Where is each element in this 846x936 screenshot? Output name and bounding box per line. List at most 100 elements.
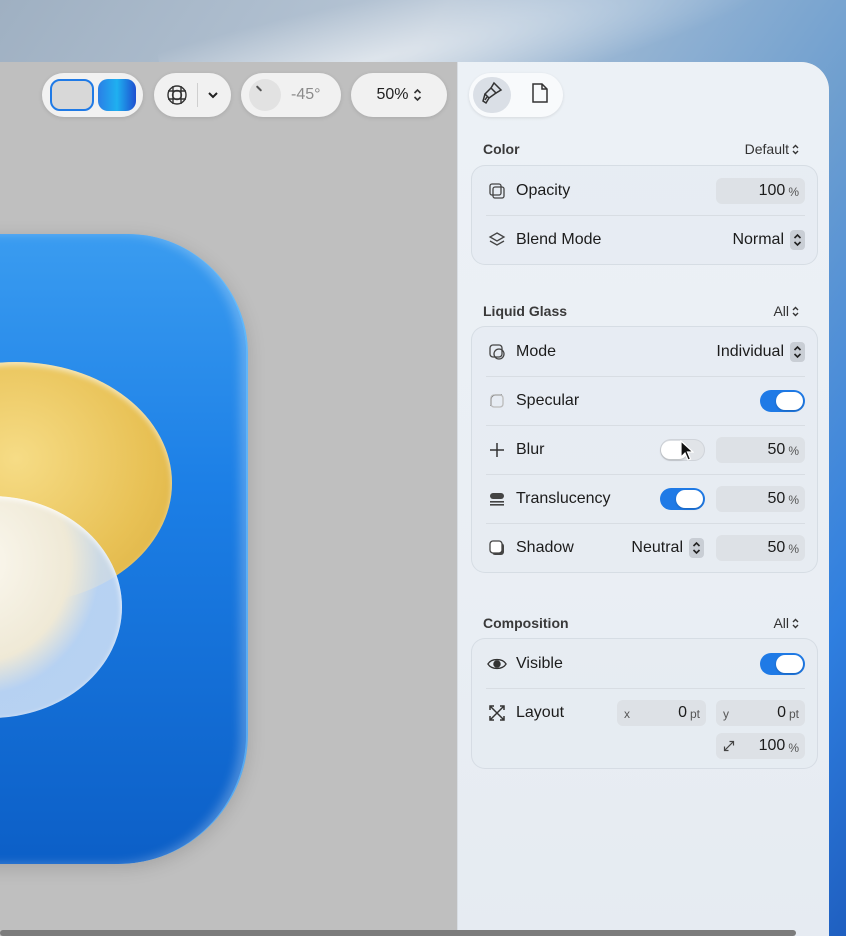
shadow-field[interactable]: 50 % bbox=[716, 534, 805, 561]
canvas[interactable]: -45° 50% bbox=[0, 62, 457, 936]
up-down-chevron-icon[interactable] bbox=[790, 341, 805, 362]
blur-field[interactable]: 50 % bbox=[716, 436, 805, 463]
blur-toggle[interactable] bbox=[660, 438, 705, 461]
shadow-unit: % bbox=[788, 542, 799, 556]
inspector-panel: Color Default Opacity 100 % Blend Mode N… bbox=[457, 62, 829, 936]
layout-label: Layout bbox=[516, 703, 565, 721]
liquid-glass-section-header: Liquid Glass All bbox=[483, 302, 799, 320]
specular-toggle[interactable] bbox=[760, 389, 805, 412]
zoom-value[interactable]: 50% bbox=[376, 86, 408, 104]
translucency-label: Translucency bbox=[516, 489, 611, 507]
document-icon bbox=[531, 82, 549, 109]
blur-unit: % bbox=[788, 444, 799, 458]
liquid-glass-section-title: Liquid Glass bbox=[483, 303, 568, 319]
eye-icon bbox=[487, 654, 507, 674]
y-value[interactable]: 0 bbox=[777, 704, 786, 722]
mode-label: Mode bbox=[516, 342, 557, 360]
shadow-mode-popup[interactable]: Neutral bbox=[631, 537, 704, 558]
toolbar-divider bbox=[197, 83, 198, 107]
opacity-unit: % bbox=[788, 185, 799, 199]
toggle-knob bbox=[776, 654, 803, 673]
translucency-field[interactable]: 50 % bbox=[716, 485, 805, 512]
resize-arrow-icon bbox=[716, 740, 735, 755]
chevron-down-icon[interactable] bbox=[207, 89, 219, 101]
translucency-row: Translucency 50 % bbox=[472, 474, 817, 523]
plus-icon bbox=[487, 440, 507, 460]
composition-section-header: Composition All bbox=[483, 614, 799, 632]
light-angle-control[interactable]: -45° bbox=[241, 73, 341, 117]
app-window: -45° 50% Color Default Opacity 100 % Ble… bbox=[0, 62, 829, 936]
tab-style[interactable] bbox=[473, 77, 511, 113]
shadow-mode-value[interactable]: Neutral bbox=[631, 539, 683, 557]
shadow-row: Shadow Neutral 50 % bbox=[472, 523, 817, 572]
paintbrush-icon bbox=[481, 81, 503, 110]
dark-appearance-button[interactable] bbox=[98, 79, 136, 111]
composition-scope-select[interactable]: All bbox=[773, 615, 799, 631]
inspector-tabs bbox=[469, 73, 563, 117]
app-icon-artwork[interactable] bbox=[0, 234, 248, 864]
zoom-control[interactable]: 50% bbox=[351, 73, 447, 117]
color-preset-value[interactable]: Default bbox=[745, 141, 789, 157]
up-down-chevron-icon[interactable] bbox=[790, 229, 805, 250]
horizontal-scrollbar[interactable] bbox=[0, 930, 796, 936]
scale-field[interactable]: 100 % bbox=[716, 733, 805, 759]
x-unit: pt bbox=[689, 707, 700, 721]
specular-icon bbox=[487, 391, 507, 411]
glass-mode-icon bbox=[487, 342, 507, 362]
translucency-unit: % bbox=[788, 493, 799, 507]
translucency-value[interactable]: 50 bbox=[768, 490, 786, 508]
y-position-field[interactable]: y 0 pt bbox=[716, 699, 805, 726]
specular-label: Specular bbox=[516, 391, 580, 409]
up-down-chevron-icon bbox=[413, 88, 422, 102]
angle-value[interactable]: -45° bbox=[291, 86, 321, 104]
color-section-title: Color bbox=[483, 141, 520, 157]
blend-mode-value[interactable]: Normal bbox=[732, 231, 784, 249]
up-down-chevron-icon bbox=[792, 144, 799, 154]
grid-icon[interactable] bbox=[166, 84, 188, 106]
canvas-toolbar: -45° 50% bbox=[0, 73, 457, 117]
translucency-toggle[interactable] bbox=[660, 487, 705, 510]
shadow-label: Shadow bbox=[516, 538, 574, 556]
x-position-field[interactable]: x 0 pt bbox=[617, 699, 706, 726]
scale-row: 100 % bbox=[716, 733, 805, 759]
x-axis-label: x bbox=[624, 707, 630, 721]
toggle-knob bbox=[776, 391, 803, 410]
layout-row: Layout x 0 pt y 0 pt bbox=[472, 688, 817, 737]
x-value[interactable]: 0 bbox=[678, 704, 687, 722]
tab-document[interactable] bbox=[521, 77, 559, 113]
color-section-header: Color Default bbox=[483, 140, 799, 158]
blend-mode-label: Blend Mode bbox=[516, 230, 602, 248]
expand-arrows-icon bbox=[487, 703, 507, 723]
toggle-knob bbox=[676, 489, 703, 508]
opacity-value[interactable]: 100 bbox=[759, 182, 786, 200]
mode-popup[interactable]: Individual bbox=[716, 341, 805, 362]
blur-label: Blur bbox=[516, 440, 545, 458]
up-down-chevron-icon[interactable] bbox=[689, 537, 704, 558]
grid-menu[interactable] bbox=[154, 73, 231, 117]
y-unit: pt bbox=[788, 707, 799, 721]
blend-mode-popup[interactable]: Normal bbox=[732, 229, 805, 250]
light-appearance-button[interactable] bbox=[50, 79, 94, 111]
liquid-glass-scope-value[interactable]: All bbox=[773, 303, 789, 319]
shadow-icon bbox=[487, 538, 507, 558]
visible-label: Visible bbox=[516, 654, 563, 672]
mode-value[interactable]: Individual bbox=[716, 343, 784, 361]
composition-scope-value[interactable]: All bbox=[773, 615, 789, 631]
toggle-knob bbox=[661, 440, 688, 459]
angle-dial-icon[interactable] bbox=[249, 79, 281, 111]
color-preset-select[interactable]: Default bbox=[745, 141, 799, 157]
blur-value[interactable]: 50 bbox=[768, 441, 786, 459]
visible-toggle[interactable] bbox=[760, 652, 805, 675]
opacity-field[interactable]: 100 % bbox=[716, 177, 805, 204]
shadow-value[interactable]: 50 bbox=[768, 539, 786, 557]
opacity-icon bbox=[487, 181, 507, 201]
scale-unit: % bbox=[788, 740, 799, 755]
liquid-glass-scope-select[interactable]: All bbox=[773, 303, 799, 319]
y-axis-label: y bbox=[723, 707, 729, 721]
scale-value[interactable]: 100 bbox=[759, 737, 786, 755]
opacity-label: Opacity bbox=[516, 181, 571, 199]
blur-row: Blur 50 % bbox=[472, 425, 817, 474]
appearance-switcher bbox=[42, 73, 143, 117]
layers-icon bbox=[487, 230, 507, 250]
color-card: Opacity 100 % Blend Mode Normal bbox=[471, 165, 818, 265]
